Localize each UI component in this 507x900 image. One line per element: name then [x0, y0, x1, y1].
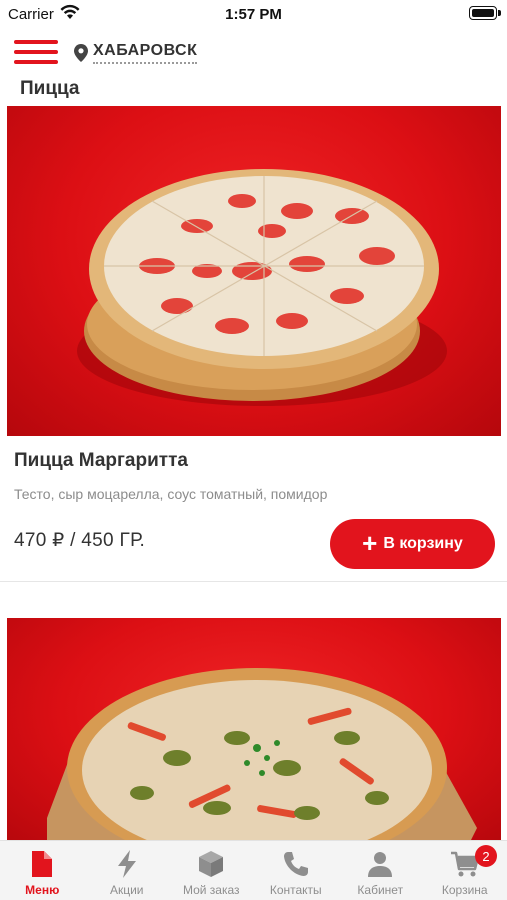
location-pin-icon [74, 44, 88, 62]
product-description: Тесто, сыр моцарелла, соус томатный, пом… [14, 486, 328, 502]
product-image[interactable] [7, 106, 501, 436]
plus-icon: + [362, 527, 378, 558]
menu-document-icon [32, 851, 53, 877]
city-name: ХАБАРОВСК [93, 42, 198, 64]
user-icon [368, 852, 393, 877]
tab-my-order[interactable]: Мой заказ [169, 841, 254, 900]
tab-cart[interactable]: 2 Корзина [423, 841, 507, 900]
product-image[interactable] [7, 618, 501, 848]
battery-icon [469, 6, 501, 20]
box-icon [199, 851, 224, 877]
product-card: Пицца Маргаритта Тесто, сыр моцарелла, с… [0, 106, 507, 582]
tab-label: Корзина [441, 883, 488, 897]
add-to-cart-label: В корзину [383, 535, 463, 552]
status-time: 1:57 PM [225, 6, 282, 23]
add-to-cart-button[interactable]: + В корзину [330, 519, 495, 569]
product-card [0, 618, 507, 848]
app-header: ХАБАРОВСК [0, 28, 507, 76]
pizza-illustration [47, 668, 477, 848]
tab-contacts[interactable]: Контакты [254, 841, 339, 900]
product-name[interactable]: Пицца Маргаритта [14, 450, 188, 472]
phone-icon [283, 852, 308, 876]
category-title: Пицца [20, 78, 80, 99]
tab-account[interactable]: Кабинет [338, 841, 423, 900]
tab-label: Акции [109, 883, 144, 897]
lightning-icon [117, 850, 136, 878]
pizza-illustration [77, 169, 447, 406]
cart-count-badge: 2 [475, 845, 497, 867]
tab-label: Меню [25, 883, 60, 897]
city-selector[interactable]: ХАБАРОВСК [74, 42, 198, 64]
tab-promotions[interactable]: Акции [85, 841, 170, 900]
tab-label: Контакты [269, 883, 322, 897]
status-bar: Carrier 1:57 PM [0, 0, 507, 28]
hamburger-icon[interactable] [14, 40, 60, 66]
tab-label: Мой заказ [182, 883, 240, 897]
tab-label: Кабинет [357, 883, 404, 897]
tab-menu[interactable]: Меню [0, 841, 85, 900]
bottom-tab-bar: Меню Акции Мой заказ Контакты Кабинет 2 … [0, 840, 507, 900]
product-price: 470 ₽ / 450 ГР. [14, 530, 146, 551]
